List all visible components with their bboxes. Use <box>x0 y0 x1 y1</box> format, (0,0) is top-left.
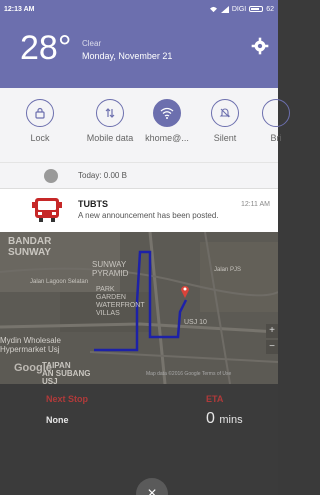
toggle-label: khome@... <box>145 133 189 143</box>
battery-icon <box>249 6 264 12</box>
weather-date: Monday, November 21 <box>82 51 173 61</box>
temperature: 28° <box>20 29 72 67</box>
data-usage-row[interactable]: Today: 0.00 B <box>0 162 278 188</box>
map-label: SUNWAY PYRAMID <box>92 260 129 278</box>
data-usage-icon <box>44 169 58 183</box>
eta-value: 0 <box>206 410 215 427</box>
notification-card[interactable]: TUBTS A new announcement has been posted… <box>0 188 278 232</box>
zoom-out-button[interactable]: − <box>266 340 278 354</box>
silent-icon <box>211 99 239 127</box>
next-stop-label: Next Stop <box>46 394 89 404</box>
toggle-label: Mobile data <box>86 133 134 143</box>
lock-icon <box>26 99 54 127</box>
map-view[interactable]: BANDAR SUNWAY Jalan Lagoon Selatan SUNWA… <box>0 232 278 384</box>
gear-icon[interactable] <box>250 36 270 56</box>
eta-label: ETA <box>206 394 224 404</box>
close-icon: × <box>147 485 157 495</box>
toggle-mobile-data[interactable]: Mobile data <box>80 99 140 143</box>
toggle-label: Bri <box>270 133 282 143</box>
map-label: Jalan PJS <box>214 267 242 273</box>
wifi-status-icon <box>209 6 217 12</box>
data-usage-text: Today: 0.00 B <box>78 171 127 180</box>
map-label: BANDAR SUNWAY <box>8 236 52 258</box>
eta-unit: mins <box>219 414 243 426</box>
weather-info: Clear Monday, November 21 <box>82 38 172 62</box>
bus-icon <box>32 198 62 222</box>
toggle-wifi[interactable]: khome@... <box>137 99 197 143</box>
map-attribution[interactable]: Map data ©2016 Google Terms of Use <box>146 371 231 377</box>
close-button[interactable]: × <box>136 478 168 495</box>
toggle-lock[interactable]: Lock <box>10 99 70 143</box>
notification-message: A new announcement has been posted. <box>78 211 219 220</box>
notification-time: 12:11 AM <box>240 201 270 208</box>
status-time: 12:13 AM <box>4 5 35 13</box>
signal-icon <box>220 5 229 13</box>
status-icons: DIGI 62 <box>209 5 274 13</box>
next-stop-value: None <box>46 415 69 425</box>
battery-level: 62 <box>266 5 274 13</box>
mobile-data-icon <box>96 99 124 127</box>
brightness-icon <box>262 99 290 127</box>
notification-title: TUBTS <box>78 199 108 209</box>
trip-info-panel: Next Stop None ETA 0 mins × <box>0 384 278 495</box>
map-label: Jalan Lagoon Selatan <box>30 279 89 285</box>
weather-condition: Clear <box>82 39 102 48</box>
zoom-in-button[interactable]: + <box>266 324 278 338</box>
eta-display: 0 mins <box>206 410 243 428</box>
map-label: Mydin Wholesale Hypermarket Usj <box>0 336 61 354</box>
toggle-brightness[interactable]: Bri <box>246 99 306 143</box>
carrier-name: DIGI <box>231 5 247 13</box>
map-label: USJ 10 <box>184 319 207 326</box>
map-pin-icon[interactable] <box>180 284 190 298</box>
google-logo: Google <box>14 362 52 374</box>
map-label: PARK GARDEN WATERFRONT VILLAS <box>96 286 145 317</box>
wifi-icon <box>153 99 181 127</box>
status-bar: 12:13 AM DIGI 62 <box>0 0 278 18</box>
toggle-label: Lock <box>30 133 50 143</box>
notification-header: 28° Clear Monday, November 21 <box>0 18 278 88</box>
